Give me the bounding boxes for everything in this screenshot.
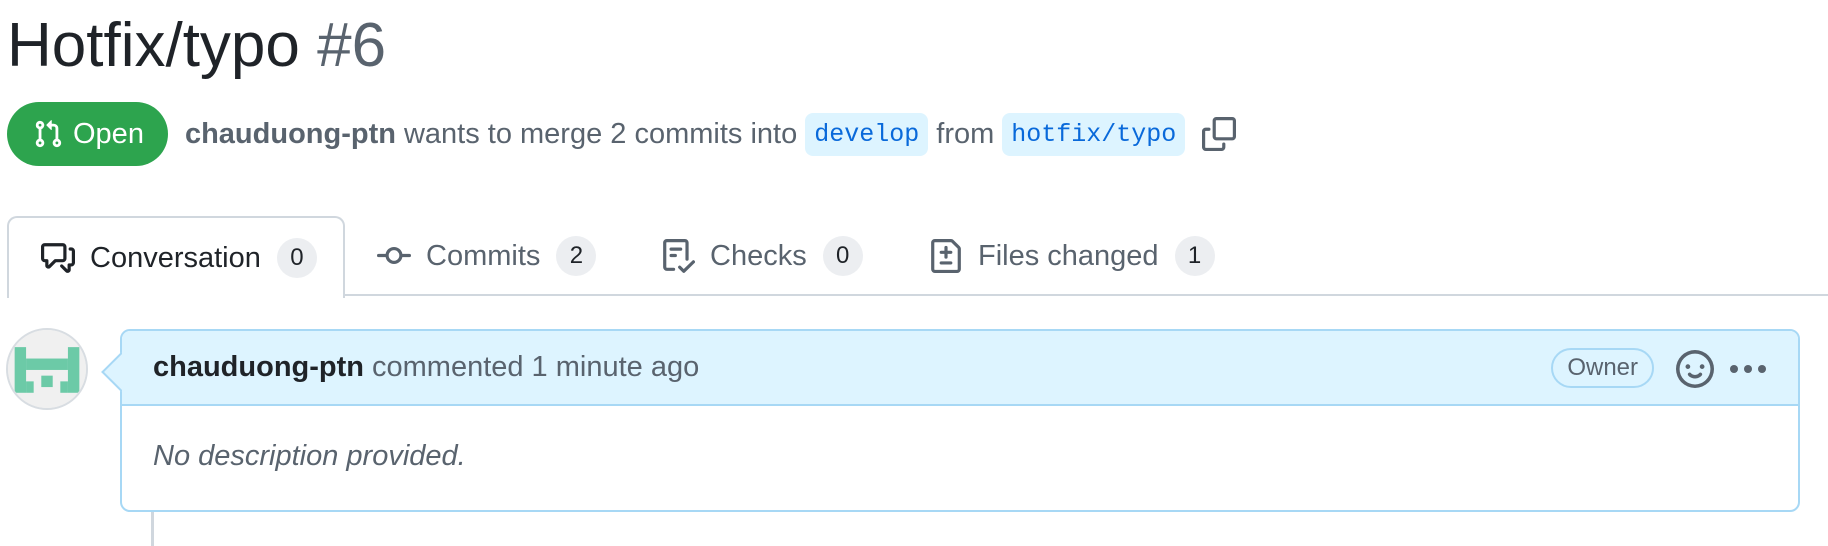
tab-checks[interactable]: Checks 0 xyxy=(661,216,863,296)
smiley-icon[interactable] xyxy=(1676,350,1714,388)
comment-discussion-icon xyxy=(41,243,75,273)
tab-commits-label: Commits xyxy=(426,239,541,272)
pr-from-text: from xyxy=(936,117,995,150)
timeline-line xyxy=(151,512,154,546)
comment-timestamp-link[interactable]: 1 minute ago xyxy=(532,351,700,384)
identicon-icon xyxy=(8,330,86,408)
pr-meta: Open chauduong-ptn wants to merge 2 comm… xyxy=(7,102,1237,166)
git-commit-icon xyxy=(377,246,411,264)
comment-action: commented xyxy=(372,351,524,383)
kebab-horizontal-icon[interactable] xyxy=(1728,350,1768,388)
tab-conversation[interactable]: Conversation 0 xyxy=(7,216,345,298)
pr-state-badge: Open xyxy=(7,102,168,166)
pr-author-link[interactable]: chauduong-ptn xyxy=(185,118,396,151)
tab-conversation-label: Conversation xyxy=(90,241,261,274)
comment-author-link[interactable]: chauduong-ptn xyxy=(153,351,364,384)
pr-number: #6 xyxy=(317,11,387,80)
comment-header: chauduong-ptn commented 1 minute ago Own… xyxy=(122,331,1798,406)
base-branch-link[interactable]: develop xyxy=(805,112,929,156)
checklist-icon xyxy=(663,239,695,273)
tab-commits[interactable]: Commits 2 xyxy=(377,216,597,296)
pr-title-text: Hotfix/typo xyxy=(7,11,300,80)
pr-title: Hotfix/typo #6 xyxy=(7,10,386,82)
tab-checks-label: Checks xyxy=(710,239,807,272)
tab-files-changed[interactable]: Files changed 1 xyxy=(929,216,1215,296)
tab-files-changed-count: 1 xyxy=(1174,236,1215,276)
comment-body: No description provided. xyxy=(153,440,466,472)
tab-checks-count: 0 xyxy=(822,236,863,276)
pr-tabs: Conversation 0 Commits 2 Checks 0 Files … xyxy=(7,216,1828,298)
tab-commits-count: 2 xyxy=(556,236,597,276)
tab-files-changed-label: Files changed xyxy=(978,239,1159,272)
avatar[interactable] xyxy=(6,328,88,410)
pr-state-label: Open xyxy=(73,117,144,150)
head-branch-link[interactable]: hotfix/typo xyxy=(1002,112,1186,156)
pr-merge-info: chauduong-ptn wants to merge 2 commits i… xyxy=(185,112,1237,156)
git-pull-request-icon xyxy=(35,120,62,148)
owner-badge: Owner xyxy=(1551,348,1654,388)
copy-icon[interactable] xyxy=(1202,117,1237,151)
comment-box: chauduong-ptn commented 1 minute ago Own… xyxy=(101,329,1800,512)
tab-conversation-count: 0 xyxy=(276,238,317,278)
file-diff-icon xyxy=(931,239,961,273)
pr-merge-text: wants to merge 2 commits into xyxy=(403,117,798,150)
